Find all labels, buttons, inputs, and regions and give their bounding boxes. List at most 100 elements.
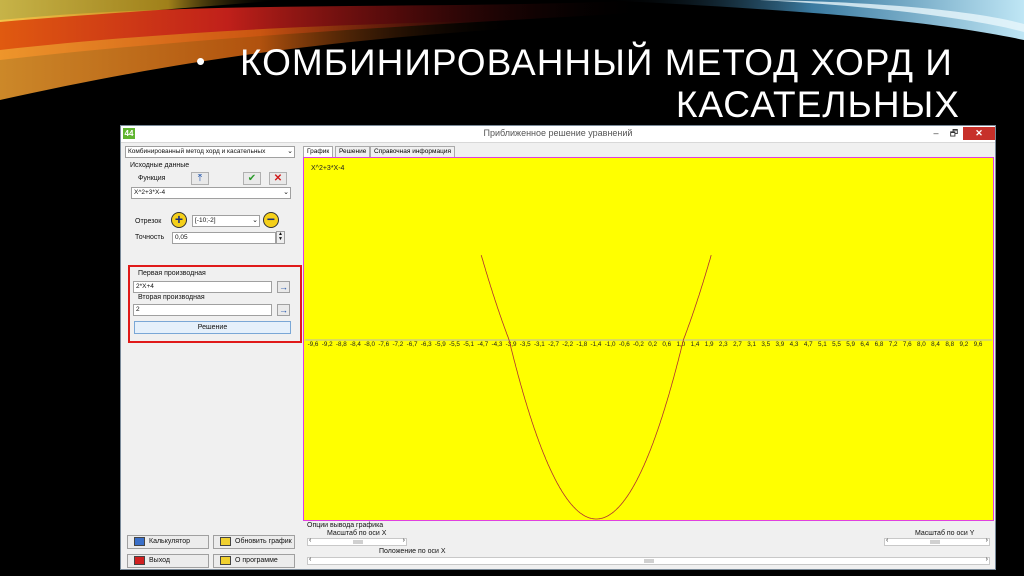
- refresh-icon: [220, 536, 231, 546]
- x-tick-label: 4,3: [790, 341, 799, 348]
- chevron-down-icon: ⌄: [252, 217, 258, 224]
- solve-button[interactable]: Решение: [134, 321, 291, 334]
- x-tick-label: 3,5: [761, 341, 770, 348]
- minus-icon: −: [266, 211, 276, 227]
- second-derivative-input[interactable]: 2: [133, 304, 272, 316]
- app-window: 44 Приближенное решение уравнений – 🗗 ✕ …: [120, 125, 996, 570]
- source-data-label: Исходные данные: [130, 162, 190, 169]
- delete-icon: ✕: [273, 173, 283, 184]
- x-tick-label: 8,8: [945, 341, 954, 348]
- x-tick-label: 9,2: [959, 341, 968, 348]
- graph-area[interactable]: X^2+3*X-4 -9,6 -9,2 -8,8 -8,4 -8,0 -7,6 -7,2 -6…: [303, 157, 994, 521]
- x-tick-label: -1,4: [591, 341, 602, 348]
- arrow-right-icon: →: [279, 282, 288, 292]
- x-tick-label: -5,5: [449, 341, 460, 348]
- segment-label: Отрезок: [135, 218, 162, 225]
- exit-button-label: Выход: [149, 557, 170, 564]
- about-button[interactable]: О программе: [213, 554, 295, 568]
- minimize-button[interactable]: –: [929, 127, 943, 140]
- scrollbar-thumb[interactable]: [644, 559, 654, 563]
- x-tick-label: -0,6: [619, 341, 630, 348]
- x-tick-label: 1,9: [705, 341, 714, 348]
- scale-x-scrollbar[interactable]: ‹ ›: [307, 537, 407, 546]
- exit-icon: [134, 555, 145, 565]
- calculator-button[interactable]: Калькулятор: [127, 535, 209, 549]
- scroll-left-icon: ‹: [886, 537, 889, 544]
- accuracy-input[interactable]: 0,05: [172, 232, 276, 244]
- accuracy-label: Точность: [135, 234, 165, 241]
- x-tick-label: 0,6: [662, 341, 671, 348]
- segment-select-value: [-10;-2]: [195, 217, 216, 224]
- x-tick-label: -2,2: [562, 341, 573, 348]
- x-tick-label: -9,6: [308, 341, 319, 348]
- x-tick-label: 5,1: [818, 341, 827, 348]
- x-tick-label: -3,1: [534, 341, 545, 348]
- x-tick-label: -4,3: [492, 341, 503, 348]
- scrollbar-thumb[interactable]: [353, 540, 363, 544]
- tab-reference[interactable]: Справочная информация: [370, 146, 455, 157]
- scroll-left-icon: ‹: [309, 537, 312, 544]
- refresh-button-label: Обновить график: [235, 538, 292, 545]
- x-tick-label: -3,9: [506, 341, 517, 348]
- chevron-down-icon: ⌄: [283, 189, 289, 196]
- x-tick-label: 7,6: [903, 341, 912, 348]
- function-label: Функция: [138, 175, 166, 182]
- x-tick-label: 6,4: [860, 341, 869, 348]
- scroll-right-icon: ›: [402, 537, 405, 544]
- window-titlebar[interactable]: 44 Приближенное решение уравнений – 🗗 ✕: [121, 126, 995, 143]
- remove-segment-button[interactable]: −: [263, 212, 279, 228]
- chevron-down-icon: ⌄: [287, 148, 293, 155]
- position-x-scrollbar[interactable]: ‹ ›: [307, 556, 990, 565]
- insert-icon: ⤒: [197, 173, 203, 184]
- x-tick-label: -2,7: [548, 341, 559, 348]
- x-tick-label: -8,8: [336, 341, 347, 348]
- accept-function-button[interactable]: ✔: [243, 172, 261, 185]
- graph-function-label: X^2+3*X-4: [311, 165, 345, 172]
- plus-icon: +: [174, 211, 184, 227]
- accuracy-spinner[interactable]: ▲ ▼: [276, 231, 285, 244]
- method-select-value: Комбинированный метод хорд и касательных: [128, 148, 266, 155]
- x-tick-label: -1,0: [605, 341, 616, 348]
- check-icon: ✔: [247, 173, 257, 184]
- x-tick-label: 1,0: [676, 341, 685, 348]
- x-tick-label: 2,7: [733, 341, 742, 348]
- second-derivative-label: Вторая производная: [138, 294, 205, 301]
- add-segment-button[interactable]: +: [171, 212, 187, 228]
- close-button[interactable]: ✕: [963, 127, 995, 140]
- refresh-graph-button[interactable]: Обновить график: [213, 535, 295, 549]
- insert-function-button[interactable]: ⤒: [191, 172, 209, 185]
- x-tick-label: -7,6: [378, 341, 389, 348]
- title-line-1: КОМБИНИРОВАННЫЙ МЕТОД ХОРД И: [240, 42, 953, 83]
- first-derivative-insert-button[interactable]: →: [277, 281, 290, 293]
- x-tick-label: -7,2: [392, 341, 403, 348]
- scale-y-label: Масштаб по оси Y: [915, 530, 975, 537]
- x-tick-label: 3,1: [747, 341, 756, 348]
- scale-y-scrollbar[interactable]: ‹ ›: [884, 537, 990, 546]
- scrollbar-thumb[interactable]: [930, 540, 940, 544]
- function-input[interactable]: X^2+3*X-4 ⌄: [131, 187, 291, 199]
- x-tick-label: 6,8: [875, 341, 884, 348]
- arrow-right-icon: →: [279, 305, 288, 315]
- method-select[interactable]: Комбинированный метод хорд и касательных…: [125, 146, 295, 158]
- clear-function-button[interactable]: ✕: [269, 172, 287, 185]
- x-tick-label: -5,1: [463, 341, 474, 348]
- x-tick-label: -1,8: [576, 341, 587, 348]
- first-derivative-label: Первая производная: [138, 270, 206, 277]
- first-derivative-input[interactable]: 2*X+4: [133, 281, 272, 293]
- second-derivative-insert-button[interactable]: →: [277, 304, 290, 316]
- scroll-right-icon: ›: [985, 556, 988, 563]
- position-x-label: Положение по оси X: [379, 548, 446, 555]
- x-tick-label: -8,4: [350, 341, 361, 348]
- tab-solution[interactable]: Решение: [335, 146, 371, 157]
- graph-options: Опции вывода графика Масштаб по оси X ‹ …: [303, 522, 994, 569]
- x-tick-label: -5,9: [435, 341, 446, 348]
- exit-button[interactable]: Выход: [127, 554, 209, 568]
- x-tick-label: -8,0: [364, 341, 375, 348]
- x-tick-label: -3,5: [520, 341, 531, 348]
- x-tick-label: 8,4: [931, 341, 940, 348]
- x-tick-label: 9,6: [974, 341, 983, 348]
- window-title: Приближенное решение уравнений: [483, 128, 633, 138]
- x-tick-label: -6,7: [407, 341, 418, 348]
- segment-select[interactable]: [-10;-2] ⌄: [192, 215, 260, 227]
- maximize-button[interactable]: 🗗: [947, 127, 961, 140]
